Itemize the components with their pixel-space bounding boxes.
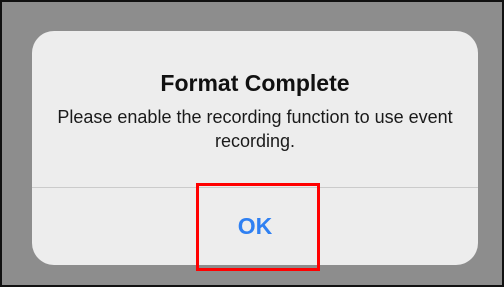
- dialog-message: Please enable the recording function to …: [57, 107, 453, 151]
- dialog-title: Format Complete: [160, 70, 350, 96]
- ok-button[interactable]: OK: [32, 188, 478, 265]
- alert-dialog: Format Complete Please enable the record…: [32, 31, 478, 265]
- ok-button-label: OK: [237, 213, 273, 239]
- screenshot-frame: Format Complete Please enable the record…: [0, 0, 504, 287]
